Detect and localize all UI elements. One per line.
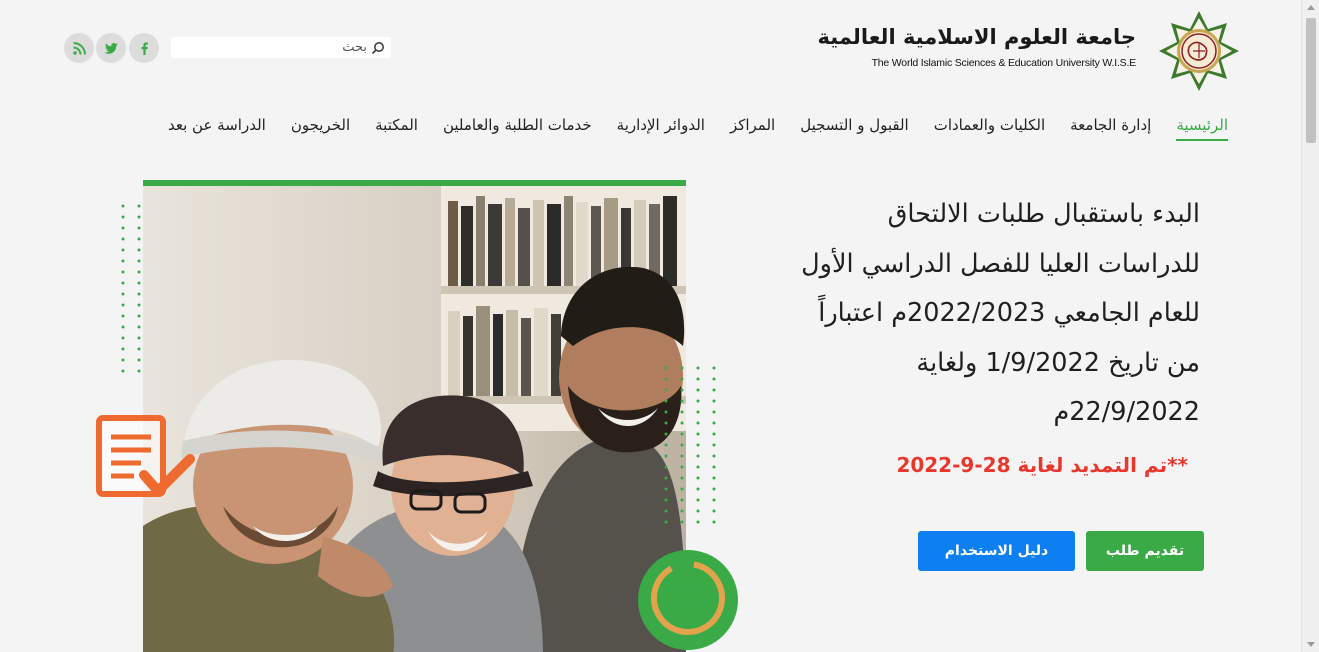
user-guide-button[interactable]: دليل الاستخدام <box>918 531 1075 571</box>
search-input[interactable] <box>177 40 367 55</box>
search-icon[interactable] <box>371 41 385 55</box>
announcement-line: للعام الجامعي 2022/2023م اعتباراً <box>818 298 1200 328</box>
nav-item-distance-learning[interactable]: الدراسة عن بعد <box>168 116 266 141</box>
scroll-down-arrow-icon[interactable] <box>1307 642 1315 647</box>
nav-item-centers[interactable]: المراكز <box>730 116 775 141</box>
university-logo[interactable] <box>1158 10 1240 92</box>
announcement-line: للدراسات العليا للفصل الدراسي الأول <box>801 248 1200 279</box>
nav-item-library[interactable]: المكتبة <box>375 116 418 141</box>
facebook-icon <box>141 42 148 55</box>
page-scrollbar[interactable] <box>1301 0 1319 652</box>
nav-item-faculties[interactable]: الكليات والعمادات <box>934 116 1045 141</box>
nav-item-home[interactable]: الرئيسية <box>1176 116 1228 141</box>
nav-item-admission[interactable]: القبول و التسجيل <box>800 116 909 141</box>
rss-button[interactable] <box>64 33 94 63</box>
scroll-up-arrow-icon[interactable] <box>1307 5 1315 10</box>
brand-name-english: The World Islamic Sciences & Education U… <box>871 57 1137 69</box>
extension-notice: **تم التمديد لغاية 28-9-2022 <box>896 453 1188 477</box>
brand-name-arabic: جامعة العلوم الاسلامية العالمية <box>817 25 1136 49</box>
announcement-text: البدء باستقبال طلبات الالتحاق للدراسات ا… <box>760 190 1200 438</box>
main-nav: الرئيسية إدارة الجامعة الكليات والعمادات… <box>168 116 1228 141</box>
rss-icon <box>72 41 86 55</box>
nav-item-services[interactable]: خدمات الطلبة والعاملين <box>443 116 592 141</box>
announcement-line: البدء باستقبال طلبات الالتحاق <box>887 199 1200 229</box>
announcement-line: من تاريخ 1/9/2022 ولغاية <box>916 347 1200 378</box>
twitter-button[interactable] <box>96 33 126 63</box>
nav-item-administration[interactable]: إدارة الجامعة <box>1070 116 1151 141</box>
nav-item-alumni[interactable]: الخريجون <box>291 116 350 141</box>
twitter-icon <box>104 42 118 54</box>
scrollbar-thumb[interactable] <box>1306 18 1316 143</box>
facebook-button[interactable] <box>129 33 159 63</box>
apply-button[interactable]: تقديم طلب <box>1086 531 1204 571</box>
dot-pattern-decoration <box>664 366 716 524</box>
document-check-icon <box>96 415 195 497</box>
nav-item-departments[interactable]: الدوائر الإدارية <box>617 116 705 141</box>
announcement-line: 22/9/2022م <box>1053 397 1200 427</box>
circle-decoration <box>638 550 738 650</box>
search-box[interactable] <box>171 37 391 58</box>
hero-photo-students <box>143 180 686 652</box>
